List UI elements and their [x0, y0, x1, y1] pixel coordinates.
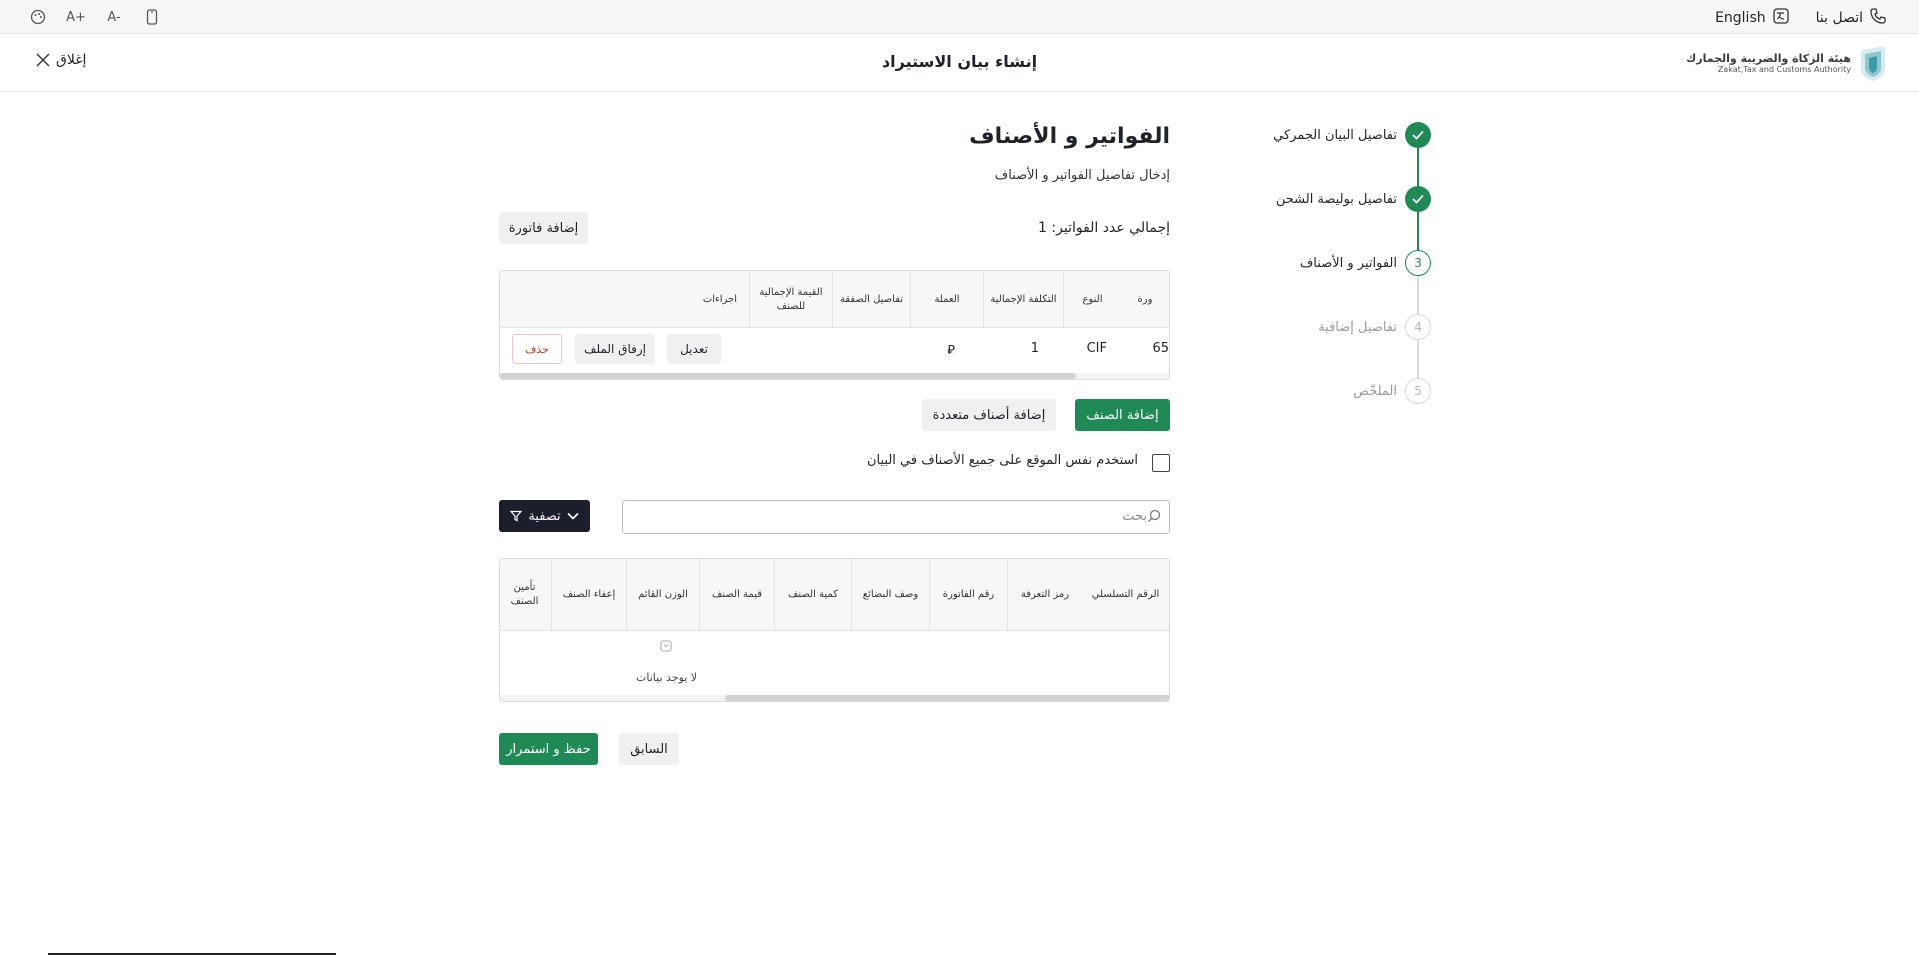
close-label: إغلاق [56, 52, 87, 68]
utility-left-group: A+ A- [28, 8, 162, 26]
empty-state-text: لا يوجد بيانات [636, 671, 698, 684]
save-continue-button[interactable]: حفظ و استمرار [499, 733, 598, 765]
column-header: قيمة الصنف [699, 559, 774, 631]
edit-invoice-button[interactable]: تعديل [667, 334, 721, 364]
step-3-number: 3 [1405, 250, 1431, 276]
contact-us-link[interactable]: اتصل بنا [1816, 7, 1887, 29]
progress-stepper: تفاصيل البيان الجمركي تفاصيل بوليصة الشح… [1131, 122, 1431, 422]
zatca-logo: هيئة الزكاة والضريبة والجمارك Zakat,Tax … [1686, 44, 1889, 82]
invoice-type-cell: CIF [1086, 341, 1107, 356]
close-button[interactable]: إغلاق [36, 52, 86, 68]
column-header: العملة [910, 271, 983, 328]
page-header: إنشاء بيان الاستيراد إغلاق هيئة الزكاة و… [0, 34, 1919, 92]
step-5-number: 5 [1405, 378, 1431, 404]
step-4[interactable]: 4 تفاصيل إضافية [1318, 314, 1431, 340]
column-header: تأمين الصنف [510, 582, 539, 607]
column-header: وصف البضائع [851, 559, 929, 631]
column-header: رقم الفاتورة [929, 559, 1007, 631]
previous-button[interactable]: السابق [619, 733, 679, 765]
step-5[interactable]: 5 الملخّص [1353, 378, 1431, 404]
step-1[interactable]: تفاصيل البيان الجمركي [1273, 122, 1431, 148]
column-header: إعفاء الصنف [551, 559, 626, 631]
step-4-label: تفاصيل إضافية [1318, 319, 1397, 335]
font-increase-button[interactable]: A+ [66, 8, 86, 26]
invoice-number-cell: 65 [1152, 341, 1169, 356]
search-input[interactable]: بحث [622, 500, 1170, 534]
step-2-label: تفاصيل بوليصة الشحن [1275, 191, 1397, 207]
invoice-count: إجمالي عدد الفواتير: 1 [1038, 220, 1170, 236]
search-placeholder: بحث [1122, 509, 1147, 524]
add-invoice-button[interactable]: إضافة فاتورة [499, 212, 588, 244]
column-header: التكلفة الإجمالية [983, 271, 1063, 328]
column-header: الوزن القائم [626, 559, 699, 631]
column-header: القيمة الإجمالية للصنف [749, 271, 832, 328]
chevron-down-icon [567, 512, 579, 520]
step-3-label: الفواتير و الأصناف [1299, 255, 1397, 271]
add-multiple-items-button[interactable]: إضافة أصناف متعددة [922, 399, 1056, 431]
column-header: كمية الصنف [774, 559, 851, 631]
step-3[interactable]: 3 الفواتير و الأصناف [1300, 250, 1431, 276]
step-2[interactable]: تفاصيل بوليصة الشحن [1276, 186, 1431, 212]
invoice-currency-cell: ⃁ [947, 343, 955, 358]
same-location-checkbox[interactable] [1152, 454, 1170, 472]
invoices-table-scrollbar[interactable] [500, 373, 1169, 379]
column-header: الرقم التسلسلي [1091, 589, 1160, 600]
invoices-table-header: ورة النوع التكلفة الإجمالية العملة تفاصي… [500, 271, 1169, 328]
filter-label: تصفية [528, 508, 561, 524]
theme-palette-button[interactable] [28, 8, 48, 26]
mobile-view-button[interactable] [142, 8, 162, 26]
mobile-icon [146, 9, 158, 25]
contact-us-label: اتصل بنا [1815, 10, 1863, 26]
delete-invoice-button[interactable]: حذف [512, 334, 562, 364]
scrollbar-thumb[interactable] [725, 695, 1169, 701]
attach-file-button[interactable]: إرفاق الملف [575, 334, 655, 364]
items-table-header: الرقم التسلسلي رمز التعرفة رقم الفاتورة … [500, 559, 1169, 631]
invoices-table: ورة النوع التكلفة الإجمالية العملة تفاصي… [499, 270, 1170, 380]
same-location-label: استخدم نفس الموقع على جميع الأصناف في ال… [866, 453, 1138, 468]
language-label: English [1715, 10, 1766, 26]
column-header: رمز التعرفة [1007, 559, 1082, 631]
check-icon [1405, 122, 1431, 148]
filter-button[interactable]: تصفية [499, 500, 590, 532]
logo-text: هيئة الزكاة والضريبة والجمارك Zakat,Tax … [1686, 52, 1851, 74]
translate-icon [1772, 7, 1790, 29]
step-5-label: الملخّص [1353, 383, 1397, 399]
filter-icon [510, 510, 523, 522]
utility-right-group: اتصل بنا English [1715, 7, 1887, 29]
items-table: الرقم التسلسلي رمز التعرفة رقم الفاتورة … [499, 558, 1170, 702]
section-title: الفواتير و الأصناف [969, 124, 1170, 149]
logo-english-name: Zakat,Tax and Customs Authority [1717, 65, 1851, 74]
close-icon [36, 53, 50, 67]
empty-state-icon [660, 640, 672, 652]
column-header: النوع [1063, 271, 1121, 328]
column-header: تفاصيل الصفقة [832, 271, 910, 328]
palette-icon [30, 9, 46, 25]
column-header: ورة [1137, 293, 1153, 305]
items-table-scrollbar[interactable] [500, 695, 1169, 701]
section-subtitle: إدخال تفاصيل الفواتير و الأصناف [994, 168, 1170, 183]
scrollbar-thumb[interactable] [500, 373, 1076, 379]
logo-arabic-name: هيئة الزكاة والضريبة والجمارك [1686, 52, 1851, 65]
logo-emblem-icon [1861, 46, 1885, 81]
font-decrease-button[interactable]: A- [104, 8, 124, 26]
page-title: إنشاء بيان الاستيراد [881, 52, 1038, 71]
column-header: اجراءات [702, 293, 737, 305]
add-item-button[interactable]: إضافة الصنف [1075, 399, 1170, 431]
step-1-label: تفاصيل البيان الجمركي [1273, 127, 1397, 143]
search-icon [1148, 509, 1161, 522]
step-4-number: 4 [1405, 314, 1431, 340]
language-toggle[interactable]: English [1715, 7, 1790, 29]
phone-icon [1869, 7, 1887, 29]
utility-bar: اتصل بنا English A+ A- [0, 0, 1919, 34]
check-icon [1405, 186, 1431, 212]
invoice-total-cost-cell: 1 [1030, 341, 1039, 356]
